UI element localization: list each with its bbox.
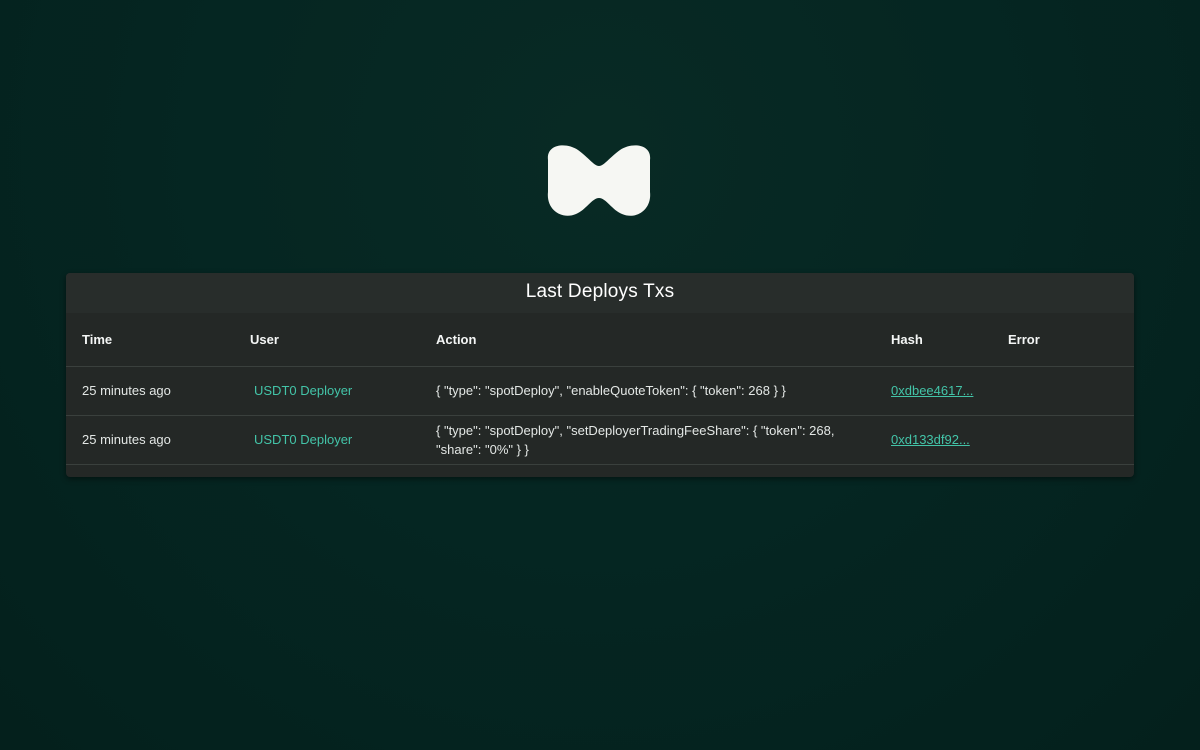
row-user-cell: USDT0 Deployer [234, 366, 420, 415]
column-header-hash: Hash [875, 313, 992, 367]
row-error [992, 415, 1134, 464]
row-time: 25 minutes ago [82, 432, 171, 447]
user-link[interactable]: USDT0 Deployer [250, 383, 352, 398]
column-header-error: Error [992, 313, 1134, 367]
column-header-action: Action [420, 313, 875, 367]
table-row: 25 minutes ago USDT0 Deployer { "type": … [66, 415, 1134, 464]
panel-title: Last Deploys Txs [66, 273, 1134, 313]
row-time: 25 minutes ago [82, 383, 171, 398]
column-header-user: User [234, 313, 420, 367]
row-hash-cell: 0xd133df92... [875, 415, 992, 464]
deploys-panel: Last Deploys Txs Time User Action Hash E… [66, 273, 1134, 477]
user-link[interactable]: USDT0 Deployer [250, 432, 352, 447]
row-user-cell: USDT0 Deployer [234, 415, 420, 464]
row-action: { "type": "spotDeploy", "enableQuoteToke… [436, 383, 786, 398]
deploys-table: Time User Action Hash Error 25 minutes a… [66, 313, 1134, 465]
hyperliquid-logo-icon [547, 145, 651, 216]
table-header-row: Time User Action Hash Error [66, 313, 1134, 367]
column-header-time: Time [66, 313, 234, 367]
hash-link[interactable]: 0xdbee4617... [891, 383, 973, 398]
table-row: 25 minutes ago USDT0 Deployer { "type": … [66, 366, 1134, 415]
row-action: { "type": "spotDeploy", "setDeployerTrad… [436, 422, 835, 457]
row-hash-cell: 0xdbee4617... [875, 366, 992, 415]
row-error [992, 366, 1134, 415]
hash-link[interactable]: 0xd133df92... [891, 432, 970, 447]
